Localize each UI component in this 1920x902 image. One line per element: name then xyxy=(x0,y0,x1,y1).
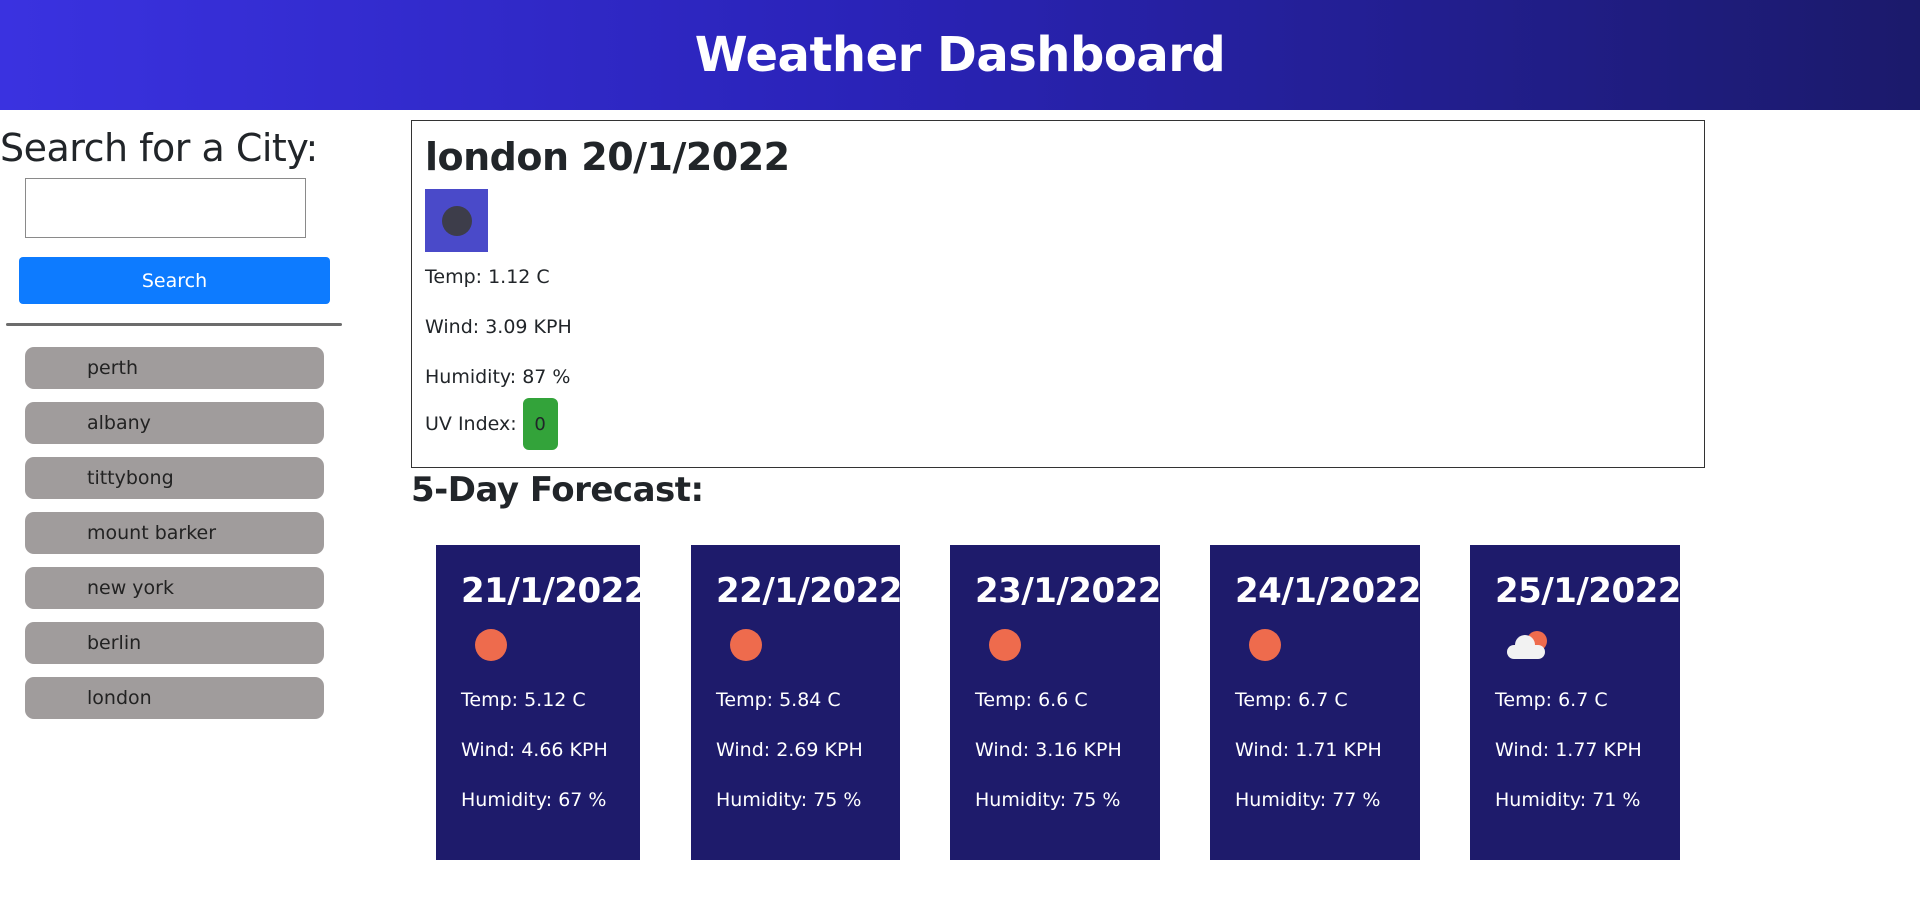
forecast-humidity: Humidity: 75 % xyxy=(975,789,1121,811)
sun-icon xyxy=(987,627,1027,667)
history-item-tittybong[interactable]: tittybong xyxy=(25,457,324,499)
forecast-temp: Temp: 6.7 C xyxy=(1495,689,1608,711)
uv-index-label: UV Index: xyxy=(425,413,517,435)
forecast-humidity: Humidity: 77 % xyxy=(1235,789,1381,811)
current-city-date: london 20/1/2022 xyxy=(425,135,790,179)
forecast-humidity: Humidity: 75 % xyxy=(716,789,862,811)
forecast-date: 22/1/2022 xyxy=(716,571,902,611)
search-heading: Search for a City: xyxy=(0,126,318,170)
forecast-wind: Wind: 4.66 KPH xyxy=(461,739,608,761)
history-item-albany[interactable]: albany xyxy=(25,402,324,444)
forecast-temp: Temp: 5.12 C xyxy=(461,689,586,711)
forecast-card: 23/1/2022 Temp: 6.6 C Wind: 3.16 KPH Hum… xyxy=(950,545,1161,860)
sun-icon xyxy=(728,627,768,667)
current-wind: Wind: 3.09 KPH xyxy=(425,316,572,338)
forecast-humidity: Humidity: 67 % xyxy=(461,789,607,811)
forecast-temp: Temp: 6.7 C xyxy=(1235,689,1348,711)
current-weather-panel: london 20/1/2022 Temp: 1.12 C Wind: 3.09… xyxy=(411,120,1705,468)
forecast-date: 25/1/2022 xyxy=(1495,571,1681,611)
page-title: Weather Dashboard xyxy=(694,27,1226,83)
sun-icon xyxy=(473,627,513,667)
current-humidity: Humidity: 87 % xyxy=(425,366,571,388)
night-clear-icon xyxy=(425,189,488,252)
history-item-new-york[interactable]: new york xyxy=(25,567,324,609)
search-button[interactable]: Search xyxy=(19,257,330,304)
forecast-temp: Temp: 6.6 C xyxy=(975,689,1088,711)
history-item-mount-barker[interactable]: mount barker xyxy=(25,512,324,554)
forecast-heading: 5-Day Forecast: xyxy=(411,470,704,510)
forecast-humidity: Humidity: 71 % xyxy=(1495,789,1641,811)
history-item-berlin[interactable]: berlin xyxy=(25,622,324,664)
sidebar-divider xyxy=(6,323,342,326)
forecast-card: 21/1/2022 Temp: 5.12 C Wind: 4.66 KPH Hu… xyxy=(436,545,647,860)
forecast-wind: Wind: 2.69 KPH xyxy=(716,739,863,761)
forecast-temp: Temp: 5.84 C xyxy=(716,689,841,711)
uv-index-row: UV Index: 0 xyxy=(425,398,1691,450)
forecast-wind: Wind: 1.71 KPH xyxy=(1235,739,1382,761)
forecast-wind: Wind: 1.77 KPH xyxy=(1495,739,1642,761)
forecast-card: 25/1/2022 Temp: 6.7 C Wind: 1.77 KPH Hum… xyxy=(1470,545,1681,860)
city-search-input[interactable] xyxy=(25,178,306,238)
search-sidebar: Search for a City: Search perth albany t… xyxy=(0,120,345,719)
history-item-london[interactable]: london xyxy=(25,677,324,719)
forecast-date: 23/1/2022 xyxy=(975,571,1161,611)
forecast-card: 24/1/2022 Temp: 6.7 C Wind: 1.71 KPH Hum… xyxy=(1210,545,1421,860)
page-header: Weather Dashboard xyxy=(0,0,1920,110)
forecast-wind: Wind: 3.16 KPH xyxy=(975,739,1122,761)
current-temp: Temp: 1.12 C xyxy=(425,266,550,288)
forecast-card: 22/1/2022 Temp: 5.84 C Wind: 2.69 KPH Hu… xyxy=(691,545,902,860)
forecast-date: 24/1/2022 xyxy=(1235,571,1421,611)
sun-icon xyxy=(1247,627,1287,667)
search-history-list: perth albany tittybong mount barker new … xyxy=(25,347,325,732)
uv-index-badge: 0 xyxy=(522,398,558,450)
cloud-sun-icon xyxy=(1507,627,1547,667)
forecast-date: 21/1/2022 xyxy=(461,571,647,611)
history-item-perth[interactable]: perth xyxy=(25,347,324,389)
